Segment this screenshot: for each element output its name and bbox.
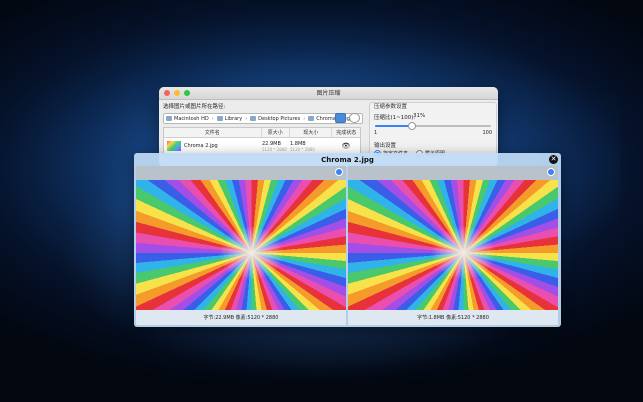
original-image xyxy=(136,180,346,310)
zoom-icon[interactable] xyxy=(335,168,343,176)
chevron-right-icon: › xyxy=(303,115,306,122)
chevron-right-icon: › xyxy=(211,115,214,122)
col-status[interactable]: 完成状态 xyxy=(332,128,360,137)
compression-slider[interactable] xyxy=(375,122,491,130)
breadcrumb-item[interactable]: Desktop Pictures xyxy=(250,116,300,122)
preview-title: Chroma 2.jpg xyxy=(321,156,374,164)
settings-title: 压缩参数设置 xyxy=(374,104,408,110)
slider-fill xyxy=(375,125,411,127)
col-filename[interactable]: 文件名 xyxy=(164,128,262,137)
drive-icon xyxy=(166,116,172,121)
file-cell: Chroma 2.jpg xyxy=(164,138,262,154)
status-cell: 👁 xyxy=(332,138,360,154)
table-row[interactable]: Chroma 2.jpg 22.9MB 5120 * 2880 1.8MB 51… xyxy=(164,138,360,154)
table-header: 文件名 原大小 现大小 完成状态 xyxy=(164,128,360,138)
compressed-caption: 字节:1.8MB 像素:5120 * 2880 xyxy=(348,310,558,325)
chevron-right-icon: › xyxy=(245,115,248,122)
original-caption: 字节:22.9MB 像素:5120 * 2880 xyxy=(136,310,346,325)
path-control[interactable]: Macintosh HD › Library › Desktop Picture… xyxy=(163,113,363,124)
folder-icon xyxy=(216,116,223,121)
orig-size-cell: 22.9MB 5120 * 2880 xyxy=(262,138,290,154)
choose-folder-button[interactable] xyxy=(335,113,346,123)
preview-overlay: Chroma 2.jpg ✕ 字节:22.9MB 像素:5120 * 2880 … xyxy=(134,153,561,327)
path-label: 选择图片或图片所在路径: xyxy=(163,104,226,110)
new-size-cell: 1.8MB 5120 * 2880 xyxy=(290,138,332,154)
eye-icon[interactable]: 👁 xyxy=(342,142,351,150)
slider-knob[interactable] xyxy=(407,122,416,130)
pane-toolbar xyxy=(348,166,558,180)
image-thumbnail xyxy=(167,141,181,151)
window-title: 图片压缩 xyxy=(316,90,341,97)
slider-min: 1 xyxy=(374,130,378,136)
compressed-preview-pane: 字节:1.8MB 像素:5120 * 2880 xyxy=(348,166,558,325)
orig-dims: 5120 * 2880 xyxy=(262,146,287,152)
pane-toolbar xyxy=(136,166,346,180)
breadcrumb-item[interactable]: Macintosh HD xyxy=(166,116,209,122)
window-titlebar: 图片压缩 xyxy=(159,87,498,100)
zoom-icon[interactable] xyxy=(547,168,555,176)
image-file-icon xyxy=(308,116,315,121)
new-dims: 5120 * 2880 xyxy=(290,146,315,152)
close-icon[interactable]: ✕ xyxy=(549,155,558,164)
source-panel: 选择图片或图片所在路径: Macintosh HD › Library › De… xyxy=(163,102,363,124)
file-table: 文件名 原大小 现大小 完成状态 Chroma 2.jpg 22.9MB 512… xyxy=(163,127,361,155)
file-name: Chroma 2.jpg xyxy=(184,143,218,149)
original-preview-pane: 字节:22.9MB 像素:5120 * 2880 xyxy=(136,166,346,325)
refresh-button[interactable] xyxy=(349,113,360,123)
col-orig-size[interactable]: 原大小 xyxy=(262,128,291,137)
slider-max: 100 xyxy=(482,130,492,136)
breadcrumb-item[interactable]: Library xyxy=(216,116,242,122)
compressed-image xyxy=(348,180,558,310)
ratio-value: 31% xyxy=(413,113,426,119)
col-new-size[interactable]: 现大小 xyxy=(290,128,333,137)
path-actions xyxy=(335,113,360,123)
folder-icon xyxy=(250,116,257,121)
output-title: 输出设置 xyxy=(374,143,397,149)
ratio-label: 压缩比(1~100): xyxy=(374,115,416,121)
